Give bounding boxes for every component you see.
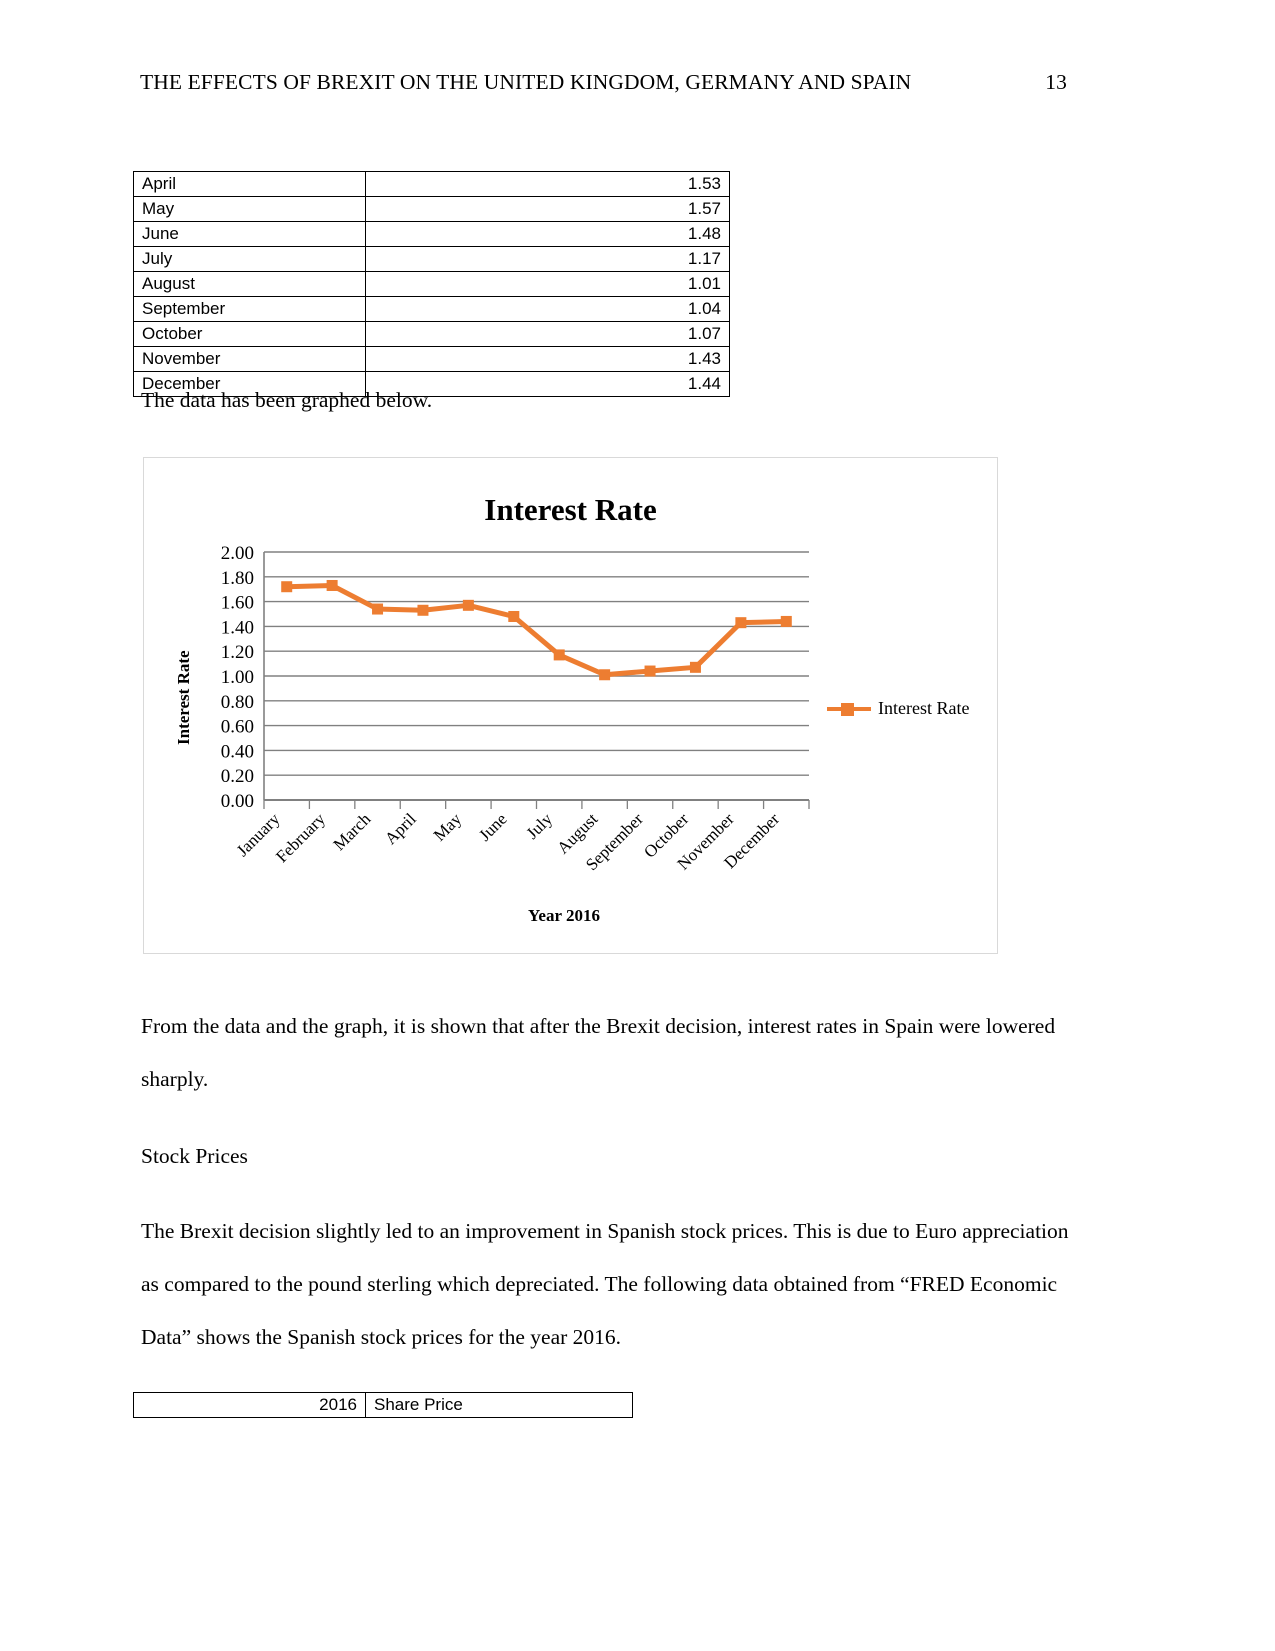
interest-rate-table: April 1.53 May 1.57 June 1.48 July 1.17 August 1.… <box>133 171 730 397</box>
table-cell-month: April <box>133 171 366 197</box>
table-cell-month: September <box>133 296 366 322</box>
stock-price-table: 2016 Share Price <box>133 1392 633 1418</box>
chart-series-line <box>284 582 789 678</box>
interest-rate-table-body: April 1.53 May 1.57 June 1.48 July 1.17 August 1.… <box>133 171 730 397</box>
page-number: 13 <box>1045 70 1067 94</box>
paragraph-stock-prices: The Brexit decision slightly led to an i… <box>141 1219 1069 1349</box>
table-cell-month: June <box>133 221 366 247</box>
table-row: 2016 Share Price <box>133 1392 633 1418</box>
table-row: June 1.48 <box>133 221 730 247</box>
table-cell-month: August <box>133 271 366 297</box>
table-row: April 1.53 <box>133 171 730 197</box>
chart-gridlines <box>263 551 809 801</box>
table-row: November 1.43 <box>133 346 730 372</box>
svg-text:1.80: 1.80 <box>221 568 254 589</box>
interest-rate-chart: Interest Rate Interest Rate 2.00 1.80 1.60… <box>143 457 998 954</box>
table-cell-value: 1.04 <box>365 296 730 322</box>
svg-text:0.20: 0.20 <box>221 766 254 787</box>
chart-x-tick-labels: JanuaryFebruary March April May June JulyAugu… <box>233 809 784 874</box>
svg-text:June: June <box>475 809 510 844</box>
svg-text:1.00: 1.00 <box>221 667 254 688</box>
table-cell-value: 1.43 <box>365 346 730 372</box>
page-title: THE EFFECTS OF BREXIT ON THE UNITED KING… <box>140 70 912 94</box>
chart-legend: Interest Rate <box>827 698 969 719</box>
chart-y-tick-labels: 2.00 1.80 1.60 1.40 1.20 1.00 0.80 0.60 0.40 0.20… <box>221 543 254 812</box>
stock-price-table-body: 2016 Share Price <box>133 1392 633 1418</box>
svg-text:April: April <box>381 809 420 848</box>
svg-text:0.80: 0.80 <box>221 692 254 713</box>
legend-label: Interest Rate <box>878 698 970 718</box>
svg-text:February: February <box>272 809 329 866</box>
svg-text:March: March <box>330 809 375 854</box>
svg-text:0.40: 0.40 <box>221 741 254 762</box>
chart-x-tick-marks <box>263 800 810 809</box>
svg-text:0.00: 0.00 <box>221 791 254 812</box>
table-cell-value: 1.48 <box>365 221 730 247</box>
table-cell-month: November <box>133 346 366 372</box>
svg-text:0.60: 0.60 <box>221 717 254 738</box>
legend-marker-icon <box>827 700 871 718</box>
table-row: October 1.07 <box>133 321 730 347</box>
table-cell-month: May <box>133 196 366 222</box>
svg-text:1.40: 1.40 <box>221 617 254 638</box>
chart-series-markers <box>281 579 792 681</box>
heading-stock-prices: Stock Prices <box>141 1144 248 1168</box>
table-row: August 1.01 <box>133 271 730 297</box>
stock-table-year: 2016 <box>133 1392 366 1418</box>
svg-text:July: July <box>523 809 557 843</box>
table-cell-value: 1.17 <box>365 246 730 272</box>
stock-table-column-header: Share Price <box>365 1392 633 1418</box>
table-row: July 1.17 <box>133 246 730 272</box>
svg-text:1.60: 1.60 <box>221 593 254 614</box>
table-cell-value: 1.53 <box>365 171 730 197</box>
table-cell-value: 1.01 <box>365 271 730 297</box>
running-head: THE EFFECTS OF BREXIT ON THE UNITED KING… <box>140 70 1075 95</box>
table-row: May 1.57 <box>133 196 730 222</box>
graph-caption: The data has been graphed below. <box>141 388 433 412</box>
svg-text:2.00: 2.00 <box>221 543 254 564</box>
table-row: September 1.04 <box>133 296 730 322</box>
table-cell-value: 1.07 <box>365 321 730 347</box>
chart-x-axis-title: Year 2016 <box>528 906 600 925</box>
table-cell-month: October <box>133 321 366 347</box>
table-cell-month: July <box>133 246 366 272</box>
svg-text:1.20: 1.20 <box>221 642 254 663</box>
table-cell-value: 1.57 <box>365 196 730 222</box>
svg-text:May: May <box>430 809 466 845</box>
paragraph-findings: From the data and the graph, it is shown… <box>141 1014 1056 1091</box>
